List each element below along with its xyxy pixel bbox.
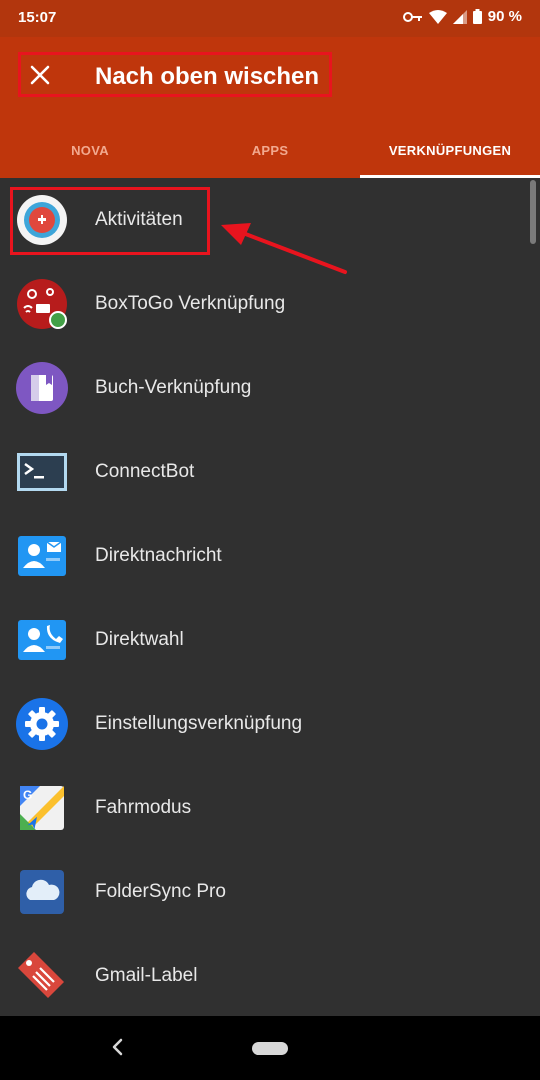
terminal-icon bbox=[17, 453, 67, 491]
aktivitaeten-annotation-box bbox=[10, 187, 210, 255]
list-item-einstellungsverknuepfung[interactable]: Einstellungsverknüpfung bbox=[0, 682, 540, 766]
scrollbar[interactable] bbox=[530, 180, 536, 244]
book-icon bbox=[16, 362, 68, 414]
svg-text:G: G bbox=[23, 788, 32, 802]
list-item-label: Direktwahl bbox=[95, 629, 184, 650]
list-item-label: Gmail-Label bbox=[95, 965, 198, 986]
list-item-label: Einstellungsverknüpfung bbox=[95, 713, 303, 734]
list-item-label: Buch-Verknüpfung bbox=[95, 377, 252, 398]
wifi-icon bbox=[428, 9, 447, 24]
list-item-foldersync-pro[interactable]: FolderSync Pro bbox=[0, 850, 540, 934]
list-item-connectbot[interactable]: ConnectBot bbox=[0, 430, 540, 514]
contact-call-icon bbox=[18, 620, 66, 660]
tab-bar: NOVA APPS VERKNÜPFUNGEN bbox=[0, 123, 540, 178]
status-bar: 15:07 90 % bbox=[0, 0, 540, 37]
home-pill-button[interactable] bbox=[252, 1042, 288, 1055]
list-item-label: ConnectBot bbox=[95, 461, 195, 482]
back-icon[interactable] bbox=[106, 1036, 128, 1058]
list-item-gmail-label[interactable]: Gmail-Label bbox=[0, 934, 540, 1016]
list-item-direktwahl[interactable]: Direktwahl bbox=[0, 598, 540, 682]
list-item-label: FolderSync Pro bbox=[95, 881, 226, 902]
tab-verknuepfungen[interactable]: VERKNÜPFUNGEN bbox=[360, 123, 540, 178]
list-item-label: Direktnachricht bbox=[95, 545, 222, 566]
tab-apps[interactable]: APPS bbox=[180, 123, 360, 178]
contact-message-icon bbox=[18, 536, 66, 576]
status-icons: 90 % bbox=[402, 8, 522, 25]
app-bar: Nach oben wischen NOVA APPS VERKNÜPFUNGE… bbox=[0, 37, 540, 178]
maps-navigation-icon: G bbox=[20, 786, 64, 830]
annotation-arrow-icon bbox=[221, 223, 347, 274]
status-time: 15:07 bbox=[18, 9, 57, 26]
list-item-direktnachricht[interactable]: Direktnachricht bbox=[0, 514, 540, 598]
cloud-icon bbox=[20, 870, 64, 914]
label-tag-icon bbox=[18, 952, 64, 998]
page-title: Nach oben wischen bbox=[95, 63, 320, 90]
tab-nova[interactable]: NOVA bbox=[0, 123, 180, 178]
title-annotation-box: Nach oben wischen bbox=[18, 52, 332, 97]
list-item-buch-verknuepfung[interactable]: Buch-Verknüpfung bbox=[0, 346, 540, 430]
close-icon[interactable] bbox=[29, 64, 51, 86]
list-item-fahrmodus[interactable]: G Fahrmodus bbox=[0, 766, 540, 850]
settings-gear-icon bbox=[16, 698, 68, 750]
shortcut-list: Aktivitäten BoxToGo Verknüpfung Buch-Ver… bbox=[0, 178, 540, 1016]
vpn-key-icon bbox=[402, 11, 422, 22]
cell-signal-icon bbox=[452, 9, 467, 24]
battery-icon bbox=[472, 9, 482, 24]
boxtogo-icon bbox=[17, 279, 67, 329]
battery-level: 90 % bbox=[487, 8, 522, 25]
list-item-label: Fahrmodus bbox=[95, 797, 192, 818]
